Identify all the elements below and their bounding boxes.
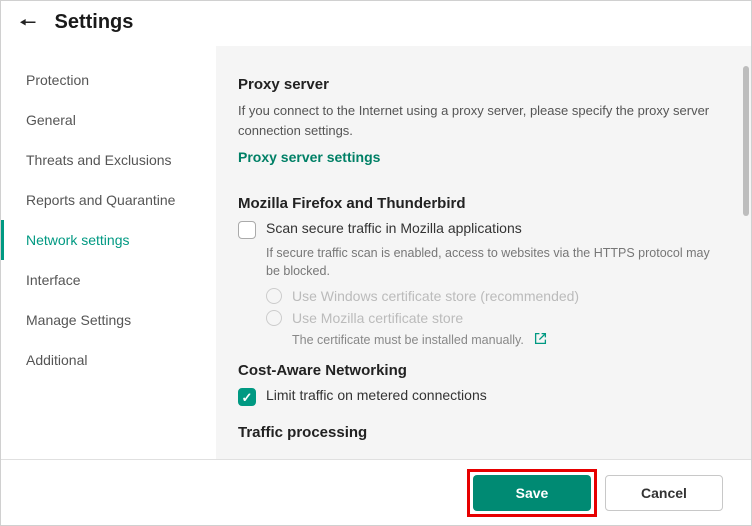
radio-mozilla-cert (266, 310, 282, 326)
radio-windows-cert-row: Use Windows certificate store (recommend… (266, 288, 719, 304)
sidebar-item-label: Reports and Quarantine (26, 192, 175, 208)
footer-bar: Save Cancel (1, 459, 751, 525)
sidebar-item-label: Protection (26, 72, 89, 88)
section-heading-mozilla: Mozilla Firefox and Thunderbird (238, 195, 719, 212)
section-cost-aware: Cost-Aware Networking Limit traffic on m… (238, 362, 719, 406)
external-link-icon[interactable] (534, 332, 547, 348)
section-heading-proxy: Proxy server (238, 76, 719, 93)
radio-windows-cert (266, 288, 282, 304)
back-arrow-icon[interactable]: 🠔 (19, 13, 37, 33)
scrollbar[interactable] (741, 46, 751, 459)
sidebar-item-network[interactable]: Network settings (1, 220, 215, 260)
section-proxy: Proxy server If you connect to the Inter… (238, 76, 719, 185)
sidebar-item-reports[interactable]: Reports and Quarantine (1, 180, 215, 220)
section-traffic: Traffic processing (238, 424, 719, 441)
sidebar-item-label: Threats and Exclusions (26, 152, 172, 168)
radio-windows-cert-label: Use Windows certificate store (recommend… (292, 288, 579, 304)
header-bar: 🠔 Settings (1, 1, 751, 46)
sidebar-item-label: General (26, 112, 76, 128)
cancel-button-label: Cancel (641, 485, 687, 501)
cert-install-note-text: The certificate must be installed manual… (292, 333, 524, 347)
sidebar: Protection General Threats and Exclusion… (1, 46, 216, 459)
sidebar-item-interface[interactable]: Interface (1, 260, 215, 300)
limit-metered-row: Limit traffic on metered connections (238, 387, 719, 406)
sidebar-item-label: Additional (26, 352, 88, 368)
section-mozilla: Mozilla Firefox and Thunderbird Scan sec… (238, 195, 719, 348)
limit-metered-checkbox[interactable] (238, 388, 256, 406)
content-panel: Proxy server If you connect to the Inter… (216, 46, 741, 459)
save-button[interactable]: Save (473, 475, 591, 511)
sidebar-item-additional[interactable]: Additional (1, 340, 215, 380)
sidebar-item-protection[interactable]: Protection (1, 60, 215, 100)
sidebar-item-threats[interactable]: Threats and Exclusions (1, 140, 215, 180)
save-button-label: Save (516, 485, 549, 501)
sidebar-item-label: Manage Settings (26, 312, 131, 328)
content-wrap: Proxy server If you connect to the Inter… (216, 46, 751, 459)
proxy-description: If you connect to the Internet using a p… (238, 101, 719, 141)
scan-secure-traffic-desc: If secure traffic scan is enabled, acces… (266, 245, 719, 280)
settings-window: 🠔 Settings Protection General Threats an… (0, 0, 752, 526)
limit-metered-label: Limit traffic on metered connections (266, 387, 487, 403)
sidebar-item-manage[interactable]: Manage Settings (1, 300, 215, 340)
cancel-button[interactable]: Cancel (605, 475, 723, 511)
section-heading-traffic: Traffic processing (238, 424, 719, 441)
scroll-thumb[interactable] (743, 66, 749, 216)
body: Protection General Threats and Exclusion… (1, 46, 751, 459)
radio-mozilla-cert-label: Use Mozilla certificate store (292, 310, 463, 326)
proxy-settings-link[interactable]: Proxy server settings (238, 149, 380, 165)
scan-secure-traffic-checkbox[interactable] (238, 221, 256, 239)
sidebar-item-general[interactable]: General (1, 100, 215, 140)
cert-install-note: The certificate must be installed manual… (292, 332, 719, 348)
radio-mozilla-cert-row: Use Mozilla certificate store (266, 310, 719, 326)
page-title: Settings (55, 11, 134, 34)
scan-secure-traffic-row: Scan secure traffic in Mozilla applicati… (238, 220, 719, 239)
scan-secure-traffic-label: Scan secure traffic in Mozilla applicati… (266, 220, 522, 236)
section-heading-cost: Cost-Aware Networking (238, 362, 719, 379)
sidebar-item-label: Interface (26, 272, 80, 288)
sidebar-item-label: Network settings (26, 232, 129, 248)
